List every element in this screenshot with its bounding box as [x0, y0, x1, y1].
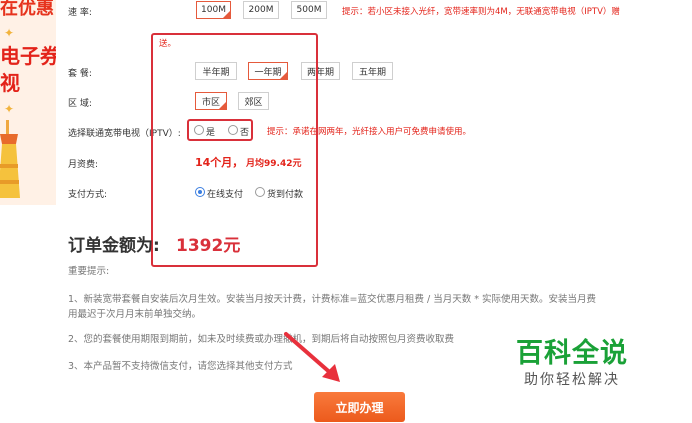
region-label: 区 域: [68, 99, 92, 109]
submit-button[interactable]: 立即办理 [314, 392, 405, 422]
payment-label: 支付方式: [68, 190, 108, 200]
watermark-title: 百科全说 [516, 338, 628, 369]
banner-line1: 在优惠 [0, 0, 54, 19]
rate-option-500m[interactable]: 500M [291, 1, 327, 19]
watermark-subtitle: 助你轻松解决 [524, 372, 620, 388]
package-option-five-year[interactable]: 五年期 [352, 62, 393, 80]
note-1: 1、新装宽带套餐自安装后次月生效。安装当月按天计费，计费标准=蓝交优惠月租费 /… [68, 294, 597, 305]
note-3: 3、本产品暂不支持微信支付，请您选择其他支付方式 [68, 361, 293, 372]
selected-corner-icon [223, 11, 230, 18]
rate-option-100m[interactable]: 100M [196, 1, 231, 19]
package-label: 套 餐: [68, 69, 92, 79]
rate-tip: 提示：若小区未接入光纤，宽带速率则为4M，无联通宽带电视（IPTV）赠 [342, 7, 620, 17]
order-amount-value: 1392元 [176, 236, 241, 256]
banner-line3: 视 [0, 71, 20, 95]
tower-icon [0, 120, 20, 198]
rate-option-200m[interactable]: 200M [243, 1, 279, 19]
notes-title: 重要提示: [68, 266, 110, 277]
sparkle-icon: ✦ [4, 102, 15, 116]
arrow-icon [284, 332, 340, 382]
note-1-cont: 用最迟于次月月末前单独交纳。 [68, 309, 202, 320]
monthly-fee-label: 月资费: [68, 160, 99, 170]
note-2: 2、您的套餐使用期限到期前，如未及时续费或办理撤机，到期后将自动按照包月资费收取… [68, 334, 455, 345]
rate-label: 速 率: [68, 8, 92, 18]
sparkle-icon: ✦ [4, 26, 15, 40]
promo-banner[interactable]: 在优惠 ✦ 电子券 视 ✦ [0, 0, 56, 205]
order-amount-label: 订单金额为: [68, 236, 160, 256]
banner-line2: 电子券 [0, 44, 56, 68]
